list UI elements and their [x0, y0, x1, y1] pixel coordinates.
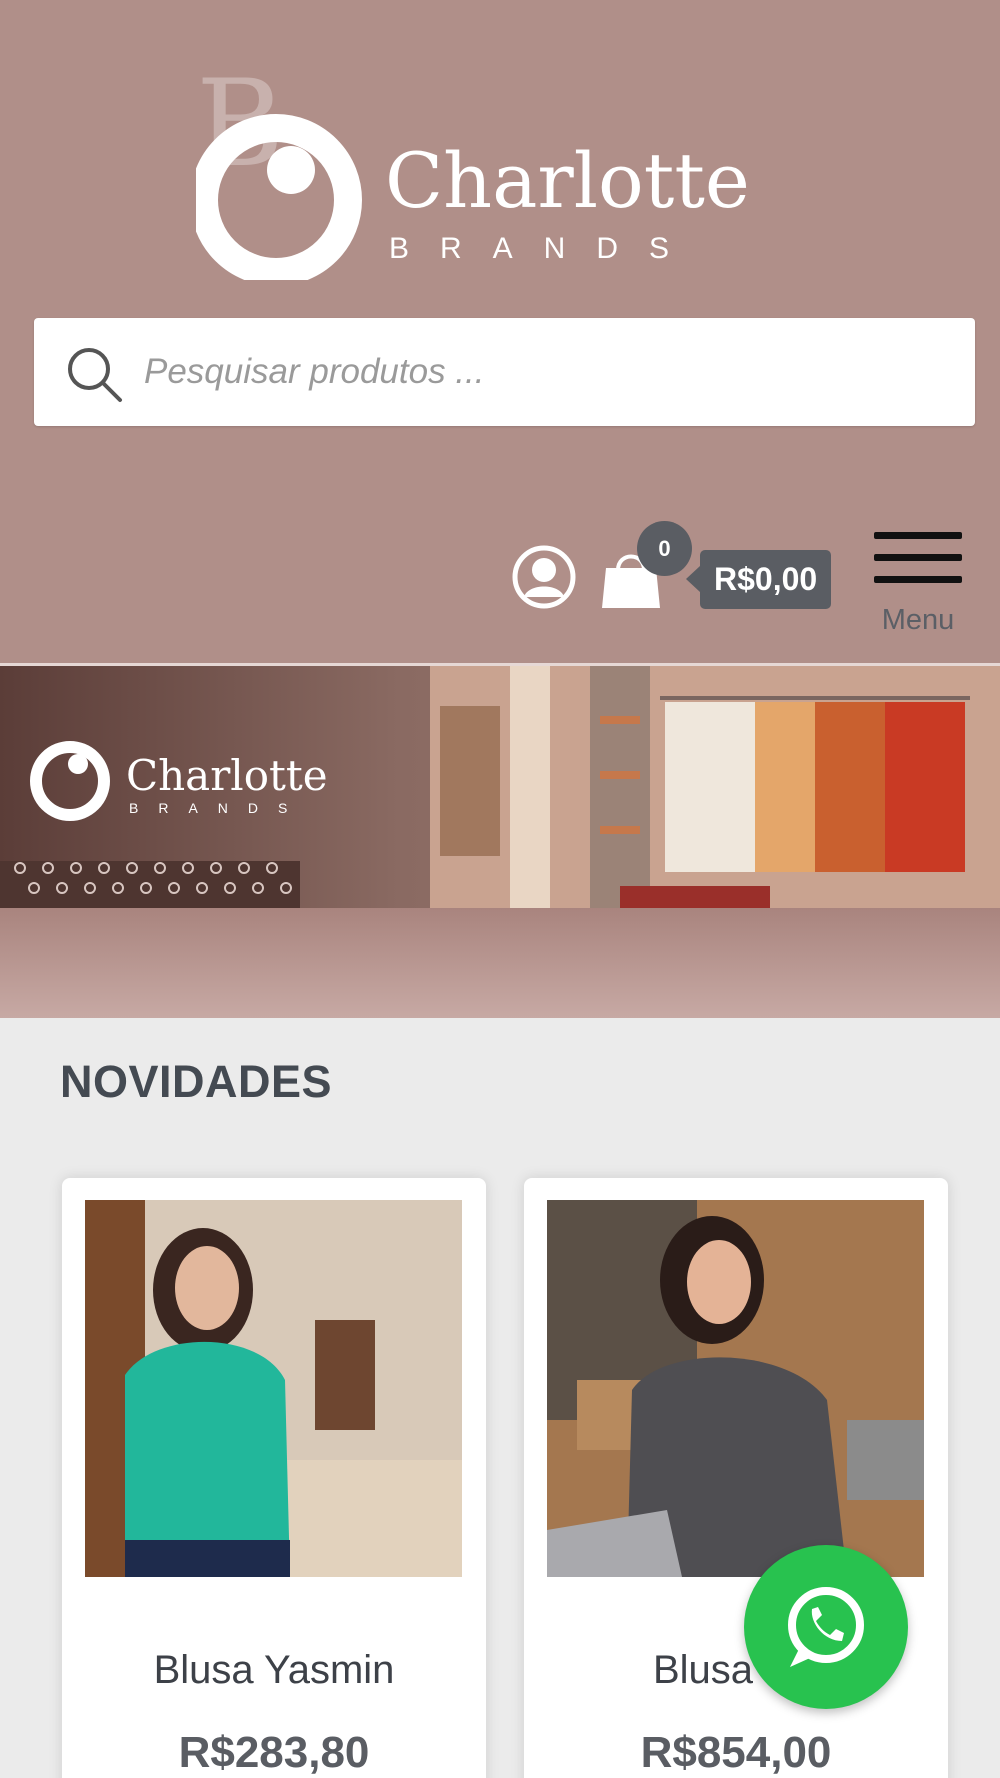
cart-count-badge: 0: [637, 521, 692, 576]
product-image[interactable]: [547, 1200, 924, 1577]
hamburger-icon: [874, 576, 962, 583]
product-image[interactable]: [85, 1200, 462, 1577]
product-photo-image: [547, 1200, 924, 1577]
account-icon[interactable]: [512, 545, 576, 609]
whatsapp-icon: [788, 1587, 864, 1667]
product-name[interactable]: Blusa Yasmin: [62, 1648, 486, 1693]
menu-button[interactable]: Menu: [872, 530, 964, 636]
search-icon[interactable]: [64, 344, 124, 404]
cart-total[interactable]: R$0,00: [685, 550, 832, 609]
site-header: B Charlotte BRANDS 0 R$0,00 Menu: [0, 0, 1000, 663]
banner-brand-name: Charlotte: [126, 751, 328, 800]
whatsapp-chat-button[interactable]: [744, 1545, 908, 1709]
hamburger-icon: [874, 532, 962, 539]
hamburger-icon: [874, 554, 962, 561]
search-bar: [34, 318, 975, 426]
menu-label: Menu: [881, 604, 955, 636]
banner-fade: [0, 908, 1000, 1018]
product-card[interactable]: Blusa Yasmin R$283,80: [62, 1178, 486, 1778]
banner-brand-tagline: BRANDS: [129, 800, 308, 816]
brand-tagline: BRANDS: [389, 232, 701, 265]
product-photo-image: [85, 1200, 462, 1577]
brand-name: Charlotte: [385, 136, 750, 225]
section-title: NOVIDADES: [60, 1056, 333, 1107]
product-price: R$854,00: [640, 1728, 832, 1777]
search-input[interactable]: [144, 336, 944, 408]
product-price: R$283,80: [178, 1728, 370, 1777]
